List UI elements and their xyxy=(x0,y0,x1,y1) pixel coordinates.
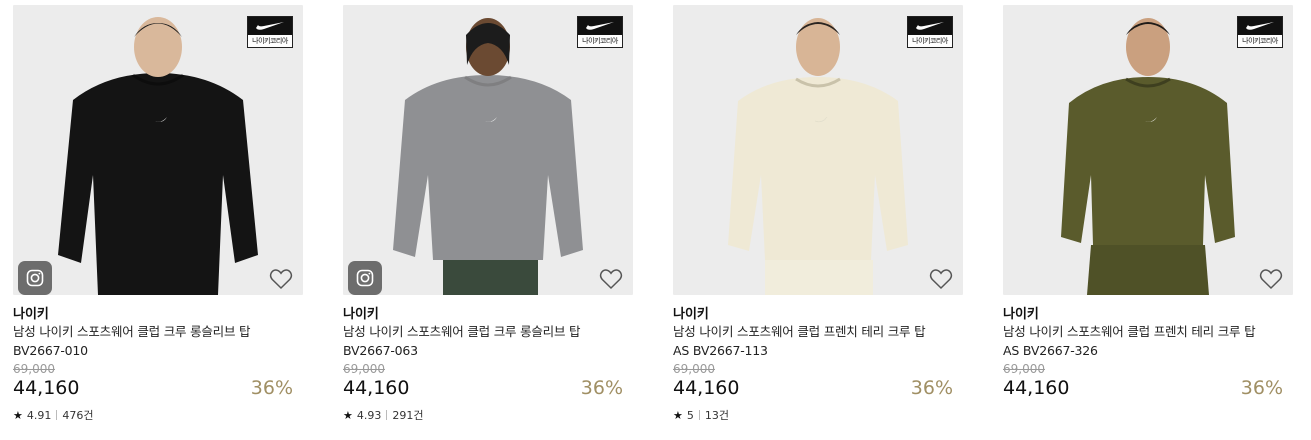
rating-value: 4.91 xyxy=(26,408,52,422)
product-photo xyxy=(673,5,963,295)
original-price: 69,000 xyxy=(673,362,715,376)
brand-name[interactable]: 나이키 xyxy=(343,303,379,322)
product-name[interactable]: 남성 나이키 스포츠웨어 클럽 크루 롱슬리브 탑 BV2667-010 xyxy=(13,322,283,360)
product-card[interactable]: 나이키코리아 나이키 남성 나이키 스포츠웨어 클럽 크루 롱슬리브 탑 BV2… xyxy=(343,0,633,440)
review-count: 13건 xyxy=(704,409,729,422)
product-name[interactable]: 남성 나이키 스포츠웨어 클럽 프렌치 테리 크루 탑 AS BV2667-32… xyxy=(1003,322,1273,360)
badge-label: 나이키코리아 xyxy=(912,37,948,45)
sale-price: 44,160 xyxy=(673,377,740,399)
sale-price: 44,160 xyxy=(1003,377,1070,399)
divider xyxy=(698,410,700,420)
product-card[interactable]: 나이키코리아 나이키 남성 나이키 스포츠웨어 클럽 크루 롱슬리브 탑 BV2… xyxy=(13,0,303,440)
rating-row: ★ 4.93 291건 xyxy=(343,407,424,423)
nike-swoosh-icon xyxy=(908,17,952,35)
nike-swoosh-icon xyxy=(248,17,292,35)
product-image[interactable]: 나이키코리아 xyxy=(673,5,963,295)
star-icon: ★ xyxy=(343,408,353,422)
review-count: 476건 xyxy=(62,409,94,422)
badge-label: 나이키코리아 xyxy=(1242,37,1278,45)
star-icon: ★ xyxy=(13,408,23,422)
nike-swoosh-icon xyxy=(1238,17,1282,35)
product-image[interactable]: 나이키코리아 xyxy=(13,5,303,295)
wishlist-button[interactable] xyxy=(598,267,624,291)
discount-rate: 36% xyxy=(250,377,293,399)
heart-outline-icon xyxy=(1259,269,1283,290)
original-price: 69,000 xyxy=(343,362,385,376)
product-photo xyxy=(343,5,633,295)
instagram-button[interactable] xyxy=(18,261,52,295)
review-count: 291건 xyxy=(392,409,424,422)
product-photo xyxy=(13,5,303,295)
product-card[interactable]: 나이키코리아 나이키 남성 나이키 스포츠웨어 클럽 프렌치 테리 크루 탑 A… xyxy=(673,0,963,440)
instagram-icon xyxy=(356,269,374,287)
original-price: 69,000 xyxy=(1003,362,1045,376)
badge-label: 나이키코리아 xyxy=(582,37,618,45)
discount-rate: 36% xyxy=(1240,377,1283,399)
divider xyxy=(56,410,58,420)
discount-rate: 36% xyxy=(910,377,953,399)
product-image[interactable]: 나이키코리아 xyxy=(343,5,633,295)
product-name[interactable]: 남성 나이키 스포츠웨어 클럽 프렌치 테리 크루 탑 AS BV2667-11… xyxy=(673,322,943,360)
product-name[interactable]: 남성 나이키 스포츠웨어 클럽 크루 롱슬리브 탑 BV2667-063 xyxy=(343,322,613,360)
rating-row: ★ 4.91 476건 xyxy=(13,407,94,423)
discount-rate: 36% xyxy=(580,377,623,399)
rating-value: 4.93 xyxy=(356,408,382,422)
wishlist-button[interactable] xyxy=(928,267,954,291)
divider xyxy=(386,410,388,420)
star-icon: ★ xyxy=(673,408,683,422)
badge-label: 나이키코리아 xyxy=(252,37,288,45)
heart-outline-icon xyxy=(599,269,623,290)
heart-outline-icon xyxy=(269,269,293,290)
wishlist-button[interactable] xyxy=(1258,267,1284,291)
brand-badge: 나이키코리아 xyxy=(577,16,623,48)
nike-swoosh-icon xyxy=(578,17,622,35)
rating-value: 5 xyxy=(686,408,694,422)
original-price: 69,000 xyxy=(13,362,55,376)
product-grid: 나이키코리아 나이키 남성 나이키 스포츠웨어 클럽 크루 롱슬리브 탑 BV2… xyxy=(0,0,1311,440)
brand-badge: 나이키코리아 xyxy=(907,16,953,48)
product-image[interactable]: 나이키코리아 xyxy=(1003,5,1293,295)
product-photo xyxy=(1003,5,1293,295)
brand-name[interactable]: 나이키 xyxy=(673,303,709,322)
rating-row: ★ 5 13건 xyxy=(673,407,729,423)
sale-price: 44,160 xyxy=(13,377,80,399)
product-card[interactable]: 나이키코리아 나이키 남성 나이키 스포츠웨어 클럽 프렌치 테리 크루 탑 A… xyxy=(1003,0,1293,440)
heart-outline-icon xyxy=(929,269,953,290)
brand-badge: 나이키코리아 xyxy=(247,16,293,48)
instagram-icon xyxy=(26,269,44,287)
brand-name[interactable]: 나이키 xyxy=(13,303,49,322)
brand-badge: 나이키코리아 xyxy=(1237,16,1283,48)
brand-name[interactable]: 나이키 xyxy=(1003,303,1039,322)
wishlist-button[interactable] xyxy=(268,267,294,291)
sale-price: 44,160 xyxy=(343,377,410,399)
instagram-button[interactable] xyxy=(348,261,382,295)
